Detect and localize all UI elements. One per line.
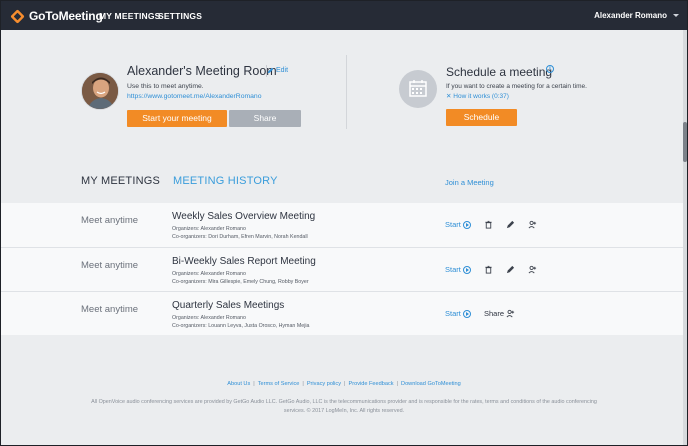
meeting-coorganizers: Co-organizers: Louann Leyva, Justa Orosc… <box>172 323 310 329</box>
start-meeting-button[interactable]: Start <box>445 265 471 274</box>
join-meeting-link[interactable]: Join a Meeting <box>445 178 494 187</box>
meeting-time: Meet anytime <box>81 260 139 271</box>
gotomeeting-logo[interactable]: GoToMeeting <box>10 8 103 24</box>
start-label: Start <box>445 309 461 318</box>
avatar <box>81 72 119 110</box>
share-meeting-button[interactable]: Share <box>484 309 515 318</box>
share-room-button[interactable]: Share <box>229 110 301 127</box>
top-nav-bar: GoToMeeting MY MEETINGS SETTINGS Alexand… <box>1 1 687 30</box>
footer: About Us | Terms of Service | Privacy policy… <box>1 339 687 445</box>
info-icon[interactable]: i <box>546 65 554 73</box>
meetings-list: Meet anytime Weekly Sales Overview Meeti… <box>1 203 687 335</box>
table-row: Meet anytime Bi-Weekly Sales Report Meet… <box>1 247 687 291</box>
start-your-meeting-button[interactable]: Start your meeting <box>127 110 227 127</box>
pencil-icon <box>267 67 274 74</box>
start-label: Start <box>445 265 461 274</box>
how-it-works-link[interactable]: ✕ How it works (0:37) <box>446 92 509 100</box>
app-window: GoToMeeting MY MEETINGS SETTINGS Alexand… <box>1 1 687 445</box>
chevron-down-icon <box>673 14 679 17</box>
scrollbar-thumb[interactable] <box>683 122 687 162</box>
how-it-works-label: How it works (0:37) <box>453 93 509 100</box>
table-row: Meet anytime Quarterly Sales Meetings Or… <box>1 291 687 335</box>
section-divider <box>346 55 347 129</box>
meeting-organizers: Organizers: Alexander Romano <box>172 226 246 232</box>
meeting-room-subtitle: Use this to meet anytime. <box>127 83 204 90</box>
play-icon <box>462 220 471 229</box>
meeting-coorganizers: Co-organizers: Mira Gillespie, Emely Chu… <box>172 279 309 285</box>
pencil-icon[interactable] <box>506 220 515 229</box>
nav-settings[interactable]: SETTINGS <box>158 11 202 21</box>
add-person-icon <box>506 309 515 318</box>
schedule-subtitle: If you want to create a meeting for a ce… <box>446 83 587 90</box>
calendar-icon <box>399 70 437 108</box>
pencil-icon[interactable] <box>506 265 515 274</box>
meeting-time: Meet anytime <box>81 215 139 226</box>
meeting-organizers: Organizers: Alexander Romano <box>172 315 246 321</box>
divider: | <box>302 381 304 387</box>
user-name: Alexander Romano <box>594 11 667 20</box>
footer-link-feedback[interactable]: Provide Feedback <box>348 381 393 387</box>
table-row: Meet anytime Weekly Sales Overview Meeti… <box>1 203 687 247</box>
logo-icon <box>10 8 25 24</box>
logo-text: GoToMeeting <box>29 9 103 23</box>
avatar-portrait-icon <box>82 73 118 109</box>
nav-my-meetings[interactable]: MY MEETINGS <box>99 11 161 21</box>
edit-room-link[interactable]: Edit <box>267 67 288 74</box>
play-icon <box>462 265 471 274</box>
footer-links: About Us | Terms of Service | Privacy policy… <box>1 381 687 387</box>
meeting-organizers: Organizers: Alexander Romano <box>172 271 246 277</box>
start-label: Start <box>445 220 461 229</box>
divider: | <box>253 381 255 387</box>
meeting-coorganizers: Co-organizers: Dori Durham, Efren Marvin… <box>172 234 308 240</box>
meeting-room-url[interactable]: https://www.gotomeet.me/AlexanderRomano <box>127 93 262 100</box>
footer-link-about[interactable]: About Us <box>227 381 250 387</box>
footer-link-terms[interactable]: Terms of Service <box>258 381 300 387</box>
meeting-room-title: Alexander's Meeting Room <box>127 64 277 78</box>
user-menu[interactable]: Alexander Romano <box>594 11 679 20</box>
tab-meeting-history[interactable]: MEETING HISTORY <box>173 175 278 187</box>
footer-link-privacy[interactable]: Privacy policy <box>307 381 341 387</box>
meeting-title[interactable]: Weekly Sales Overview Meeting <box>172 211 315 222</box>
add-person-icon[interactable] <box>528 265 537 274</box>
play-icon <box>462 309 471 318</box>
footer-link-download[interactable]: Download GoToMeeting <box>401 381 461 387</box>
tab-my-meetings[interactable]: MY MEETINGS <box>81 175 160 187</box>
add-person-icon[interactable] <box>528 220 537 229</box>
meetings-tabs: MY MEETINGS MEETING HISTORY Join a Meeti… <box>1 149 687 203</box>
divider: | <box>396 381 399 387</box>
meeting-title[interactable]: Bi-Weekly Sales Report Meeting <box>172 256 316 267</box>
meeting-title[interactable]: Quarterly Sales Meetings <box>172 300 284 311</box>
trash-icon[interactable] <box>484 220 493 229</box>
start-meeting-button[interactable]: Start <box>445 309 471 318</box>
legal-text: All OpenVoice audio conferencing service… <box>91 399 597 414</box>
scrollbar[interactable] <box>683 30 687 445</box>
hero-section: Alexander's Meeting Room Edit Use this t… <box>1 30 687 149</box>
edit-label: Edit <box>276 67 289 74</box>
start-meeting-button[interactable]: Start <box>445 220 471 229</box>
divider: | <box>344 381 346 387</box>
share-label: Share <box>484 309 505 318</box>
meeting-time: Meet anytime <box>81 304 139 315</box>
schedule-button[interactable]: Schedule <box>446 109 517 126</box>
calendar-glyph-icon <box>409 80 427 97</box>
schedule-title: Schedule a meeting <box>446 65 553 79</box>
trash-icon[interactable] <box>484 265 493 274</box>
